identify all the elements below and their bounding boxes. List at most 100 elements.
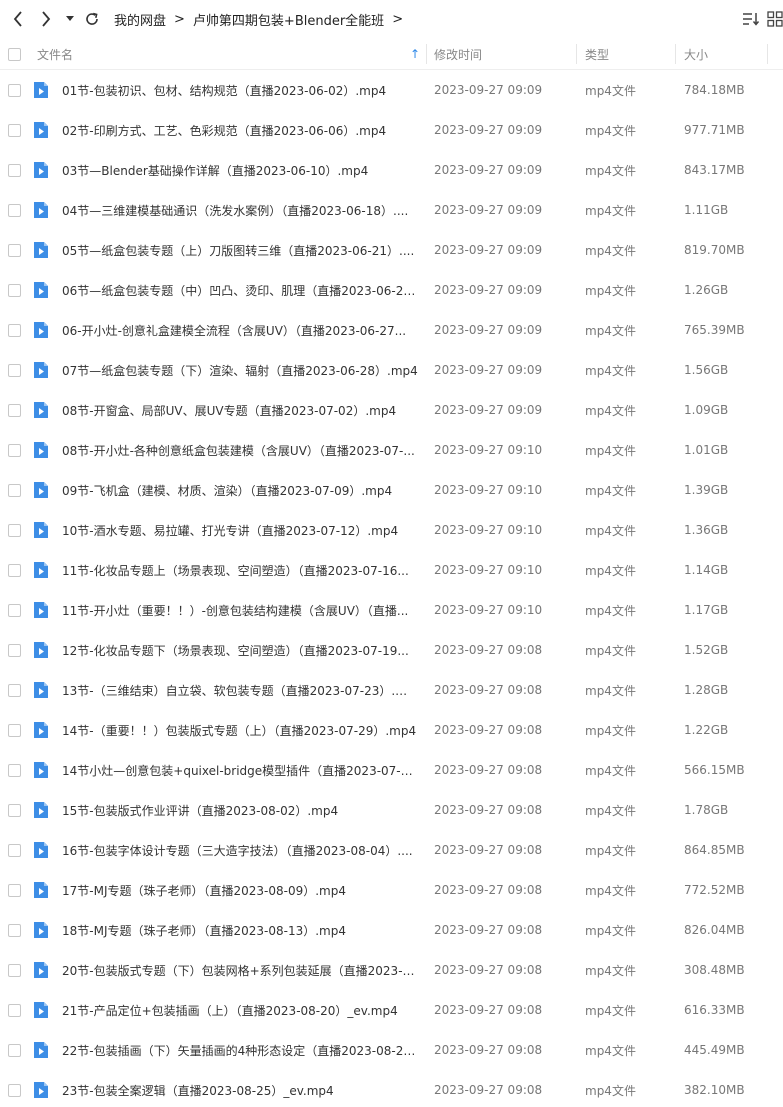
file-name[interactable]: 06-开小灶-创意礼盒建模全流程（含展UV）（直播2023-06-27... [62, 322, 418, 339]
file-row[interactable]: 06节—纸盒包装专题（中）凹凸、烫印、肌理（直播2023-06-25... 202… [0, 270, 783, 310]
row-checkbox[interactable] [8, 1083, 21, 1097]
row-checkbox[interactable] [8, 723, 21, 737]
file-name-cell[interactable]: 02节-印刷方式、工艺、色彩规范（直播2023-06-06）.mp4 [62, 110, 418, 150]
file-name[interactable]: 17节-MJ专题（珠子老师）（直播2023-08-09）.mp4 [62, 882, 418, 899]
file-name[interactable]: 06节—纸盒包装专题（中）凹凸、烫印、肌理（直播2023-06-25... [62, 282, 418, 299]
history-dropdown-button[interactable] [62, 6, 78, 32]
file-name-cell[interactable]: 06节—纸盒包装专题（中）凹凸、烫印、肌理（直播2023-06-25... [62, 270, 418, 310]
file-row[interactable]: 09节-飞机盒（建模、材质、渲染）（直播2023-07-09）.mp4 2023-… [0, 470, 783, 510]
row-checkbox[interactable] [8, 283, 21, 297]
column-header-name[interactable]: 文件名 [37, 38, 425, 70]
select-all-checkbox[interactable] [8, 47, 21, 61]
file-row[interactable]: 11节-开小灶（重要！！）-创意包装结构建模（含展UV）（直播... 2023-0… [0, 590, 783, 630]
file-row[interactable]: 03节—Blender基础操作详解（直播2023-06-10）.mp4 2023-… [0, 150, 783, 190]
column-header-time[interactable]: 修改时间 [434, 38, 482, 70]
file-name-cell[interactable]: 08节-开窗盒、局部UV、展UV专题（直播2023-07-02）.mp4 [62, 390, 418, 430]
row-checkbox[interactable] [8, 243, 21, 257]
file-name-cell[interactable]: 10节-酒水专题、易拉罐、打光专讲（直播2023-07-12）.mp4 [62, 510, 418, 550]
file-name-cell[interactable]: 03节—Blender基础操作详解（直播2023-06-10）.mp4 [62, 150, 418, 190]
file-name-cell[interactable]: 07节—纸盒包装专题（下）渲染、辐射（直播2023-06-28）.mp4 [62, 350, 418, 390]
file-row[interactable]: 12节-化妆品专题下（场景表现、空间塑造）（直播2023-07-19... 202… [0, 630, 783, 670]
file-name-cell[interactable]: 20节-包装版式专题（下）包装网格+系列包装延展（直播2023-0... [62, 950, 418, 990]
file-name[interactable]: 08节-开窗盒、局部UV、展UV专题（直播2023-07-02）.mp4 [62, 402, 418, 419]
file-name-cell[interactable]: 13节-（三维结束）自立袋、软包装专题（直播2023-07-23）.mp4 [62, 670, 418, 710]
file-row[interactable]: 21节-产品定位+包装插画（上）（直播2023-08-20）_ev.mp4 202… [0, 990, 783, 1030]
file-row[interactable]: 04节—三维建模基础通识（洗发水案例）（直播2023-06-18）.... 202… [0, 190, 783, 230]
row-checkbox[interactable] [8, 883, 21, 897]
file-name[interactable]: 21节-产品定位+包装插画（上）（直播2023-08-20）_ev.mp4 [62, 1002, 418, 1019]
file-name-cell[interactable]: 05节—纸盒包装专题（上）刀版图转三维（直播2023-06-21）.... [62, 230, 418, 270]
row-checkbox[interactable] [8, 203, 21, 217]
row-checkbox[interactable] [8, 1003, 21, 1017]
row-checkbox[interactable] [8, 523, 21, 537]
row-checkbox[interactable] [8, 563, 21, 577]
file-name-cell[interactable]: 12节-化妆品专题下（场景表现、空间塑造）（直播2023-07-19... [62, 630, 418, 670]
file-row[interactable]: 20节-包装版式专题（下）包装网格+系列包装延展（直播2023-0... 2023… [0, 950, 783, 990]
file-name[interactable]: 16节-包装字体设计专题（三大造字技法）（直播2023-08-04）.... [62, 842, 418, 859]
row-checkbox[interactable] [8, 1043, 21, 1057]
file-name-cell[interactable]: 06-开小灶-创意礼盒建模全流程（含展UV）（直播2023-06-27... [62, 310, 418, 350]
column-header-size[interactable]: 大小 [684, 38, 708, 70]
column-divider[interactable] [675, 44, 676, 64]
file-row[interactable]: 15节-包装版式作业评讲（直播2023-08-02）.mp4 2023-09-27… [0, 790, 783, 830]
row-checkbox[interactable] [8, 683, 21, 697]
file-name[interactable]: 07节—纸盒包装专题（下）渲染、辐射（直播2023-06-28）.mp4 [62, 362, 418, 379]
file-name-cell[interactable]: 22节-包装插画（下）矢量插画的4种形态设定（直播2023-08-23... [62, 1030, 418, 1070]
file-row[interactable]: 05节—纸盒包装专题（上）刀版图转三维（直播2023-06-21）.... 202… [0, 230, 783, 270]
file-name-cell[interactable]: 01节-包装初识、包材、结构规范（直播2023-06-02）.mp4 [62, 70, 418, 110]
refresh-button[interactable] [80, 6, 104, 32]
file-name[interactable]: 04节—三维建模基础通识（洗发水案例）（直播2023-06-18）.... [62, 202, 418, 219]
file-name-cell[interactable]: 11节-化妆品专题上（场景表现、空间塑造）（直播2023-07-16... [62, 550, 418, 590]
column-divider[interactable] [426, 44, 427, 64]
file-name-cell[interactable]: 11节-开小灶（重要！！）-创意包装结构建模（含展UV）（直播... [62, 590, 418, 630]
file-name-cell[interactable]: 04节—三维建模基础通识（洗发水案例）（直播2023-06-18）.... [62, 190, 418, 230]
file-name[interactable]: 22节-包装插画（下）矢量插画的4种形态设定（直播2023-08-23... [62, 1042, 418, 1059]
file-row[interactable]: 07节—纸盒包装专题（下）渲染、辐射（直播2023-06-28）.mp4 2023… [0, 350, 783, 390]
file-row[interactable]: 14节-（重要！！）包装版式专题（上）（直播2023-07-29）.mp4 202… [0, 710, 783, 750]
breadcrumb-item-root[interactable]: 我的网盘 [114, 10, 166, 29]
file-name-cell[interactable]: 17节-MJ专题（珠子老师）（直播2023-08-09）.mp4 [62, 870, 418, 910]
file-row[interactable]: 23节-包装全案逻辑（直播2023-08-25）_ev.mp4 2023-09-2… [0, 1070, 783, 1107]
file-row[interactable]: 10节-酒水专题、易拉罐、打光专讲（直播2023-07-12）.mp4 2023-… [0, 510, 783, 550]
breadcrumb-item-current[interactable]: 卢帅第四期包装+Blender全能班 [193, 10, 384, 29]
column-divider[interactable] [767, 44, 768, 64]
file-name-cell[interactable]: 14节小灶—创意包装+quixel-bridge模型插件（直播2023-07-3… [62, 750, 418, 790]
row-checkbox[interactable] [8, 83, 21, 97]
file-name[interactable]: 18节-MJ专题（珠子老师）（直播2023-08-13）.mp4 [62, 922, 418, 939]
file-row[interactable]: 08节-开小灶-各种创意纸盒包装建模（含展UV）（直播2023-07-... 20… [0, 430, 783, 470]
file-name[interactable]: 12节-化妆品专题下（场景表现、空间塑造）（直播2023-07-19... [62, 642, 418, 659]
file-name-cell[interactable]: 21节-产品定位+包装插画（上）（直播2023-08-20）_ev.mp4 [62, 990, 418, 1030]
row-checkbox[interactable] [8, 443, 21, 457]
row-checkbox[interactable] [8, 643, 21, 657]
row-checkbox[interactable] [8, 163, 21, 177]
row-checkbox[interactable] [8, 403, 21, 417]
sort-menu-button[interactable] [741, 9, 761, 29]
row-checkbox[interactable] [8, 763, 21, 777]
file-row[interactable]: 01节-包装初识、包材、结构规范（直播2023-06-02）.mp4 2023-0… [0, 70, 783, 110]
row-checkbox[interactable] [8, 803, 21, 817]
file-row[interactable]: 16节-包装字体设计专题（三大造字技法）（直播2023-08-04）.... 20… [0, 830, 783, 870]
file-name-cell[interactable]: 23节-包装全案逻辑（直播2023-08-25）_ev.mp4 [62, 1070, 418, 1107]
file-name-cell[interactable]: 14节-（重要！！）包装版式专题（上）（直播2023-07-29）.mp4 [62, 710, 418, 750]
row-checkbox[interactable] [8, 323, 21, 337]
file-name[interactable]: 09节-飞机盒（建模、材质、渲染）（直播2023-07-09）.mp4 [62, 482, 418, 499]
file-row[interactable]: 17节-MJ专题（珠子老师）（直播2023-08-09）.mp4 2023-09-… [0, 870, 783, 910]
file-row[interactable]: 22节-包装插画（下）矢量插画的4种形态设定（直播2023-08-23... 20… [0, 1030, 783, 1070]
file-row[interactable]: 11节-化妆品专题上（场景表现、空间塑造）（直播2023-07-16... 202… [0, 550, 783, 590]
row-checkbox[interactable] [8, 483, 21, 497]
file-row[interactable]: 02节-印刷方式、工艺、色彩规范（直播2023-06-06）.mp4 2023-0… [0, 110, 783, 150]
file-row[interactable]: 13节-（三维结束）自立袋、软包装专题（直播2023-07-23）.mp4 202… [0, 670, 783, 710]
file-name[interactable]: 02节-印刷方式、工艺、色彩规范（直播2023-06-06）.mp4 [62, 122, 418, 139]
row-checkbox[interactable] [8, 923, 21, 937]
row-checkbox[interactable] [8, 963, 21, 977]
view-mode-button[interactable] [765, 9, 783, 29]
file-name-cell[interactable]: 15节-包装版式作业评讲（直播2023-08-02）.mp4 [62, 790, 418, 830]
file-name[interactable]: 08节-开小灶-各种创意纸盒包装建模（含展UV）（直播2023-07-... [62, 442, 418, 459]
file-name[interactable]: 13节-（三维结束）自立袋、软包装专题（直播2023-07-23）.mp4 [62, 682, 418, 699]
file-name[interactable]: 11节-化妆品专题上（场景表现、空间塑造）（直播2023-07-16... [62, 562, 418, 579]
file-row[interactable]: 08节-开窗盒、局部UV、展UV专题（直播2023-07-02）.mp4 2023… [0, 390, 783, 430]
file-name[interactable]: 03节—Blender基础操作详解（直播2023-06-10）.mp4 [62, 162, 418, 179]
file-name[interactable]: 23节-包装全案逻辑（直播2023-08-25）_ev.mp4 [62, 1082, 418, 1099]
forward-button[interactable] [34, 6, 58, 32]
file-row[interactable]: 06-开小灶-创意礼盒建模全流程（含展UV）（直播2023-06-27... 20… [0, 310, 783, 350]
